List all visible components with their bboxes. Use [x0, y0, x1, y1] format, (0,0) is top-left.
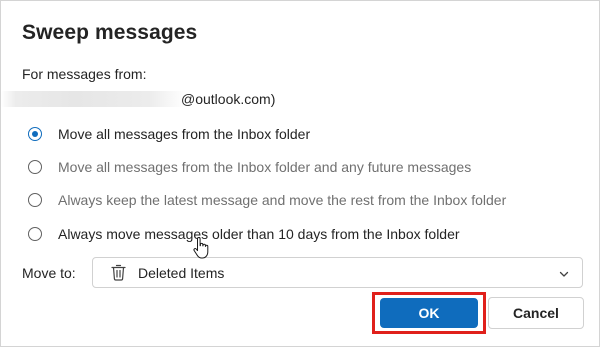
move-to-folder-dropdown[interactable]: Deleted Items: [92, 257, 583, 288]
from-label: For messages from:: [22, 66, 147, 82]
option-keep-latest[interactable]: Always keep the latest message and move …: [28, 190, 506, 210]
redacted-sender-name: [1, 91, 186, 107]
option-label: Move all messages from the Inbox folder …: [58, 159, 472, 175]
radio-button-selected[interactable]: [28, 127, 42, 141]
sender-email-text: @outlook.com): [181, 91, 276, 107]
option-label: Always move messages older than 10 days …: [58, 226, 460, 242]
dialog-title: Sweep messages: [22, 21, 198, 44]
option-label: Always keep the latest message and move …: [58, 192, 507, 208]
sweep-messages-dialog: Sweep messages For messages from: @outlo…: [0, 0, 600, 347]
radio-button[interactable]: [28, 160, 42, 174]
radio-button[interactable]: [28, 227, 42, 241]
chevron-down-icon: [558, 267, 570, 279]
sender-address: @outlook.com): [1, 90, 275, 108]
hand-cursor-icon: [193, 237, 209, 259]
selected-folder: Deleted Items: [138, 264, 225, 281]
trash-icon: [110, 264, 126, 282]
ok-button[interactable]: OK: [380, 298, 478, 328]
option-label: Move all messages from the Inbox folder: [58, 126, 311, 142]
move-to-label: Move to:: [22, 265, 76, 281]
option-older-than[interactable]: Always move messages older than 10 days …: [28, 224, 460, 244]
option-move-all[interactable]: Move all messages from the Inbox folder: [28, 124, 310, 144]
option-move-all-future[interactable]: Move all messages from the Inbox folder …: [28, 157, 471, 177]
radio-button[interactable]: [28, 193, 42, 207]
cancel-button[interactable]: Cancel: [488, 297, 584, 329]
